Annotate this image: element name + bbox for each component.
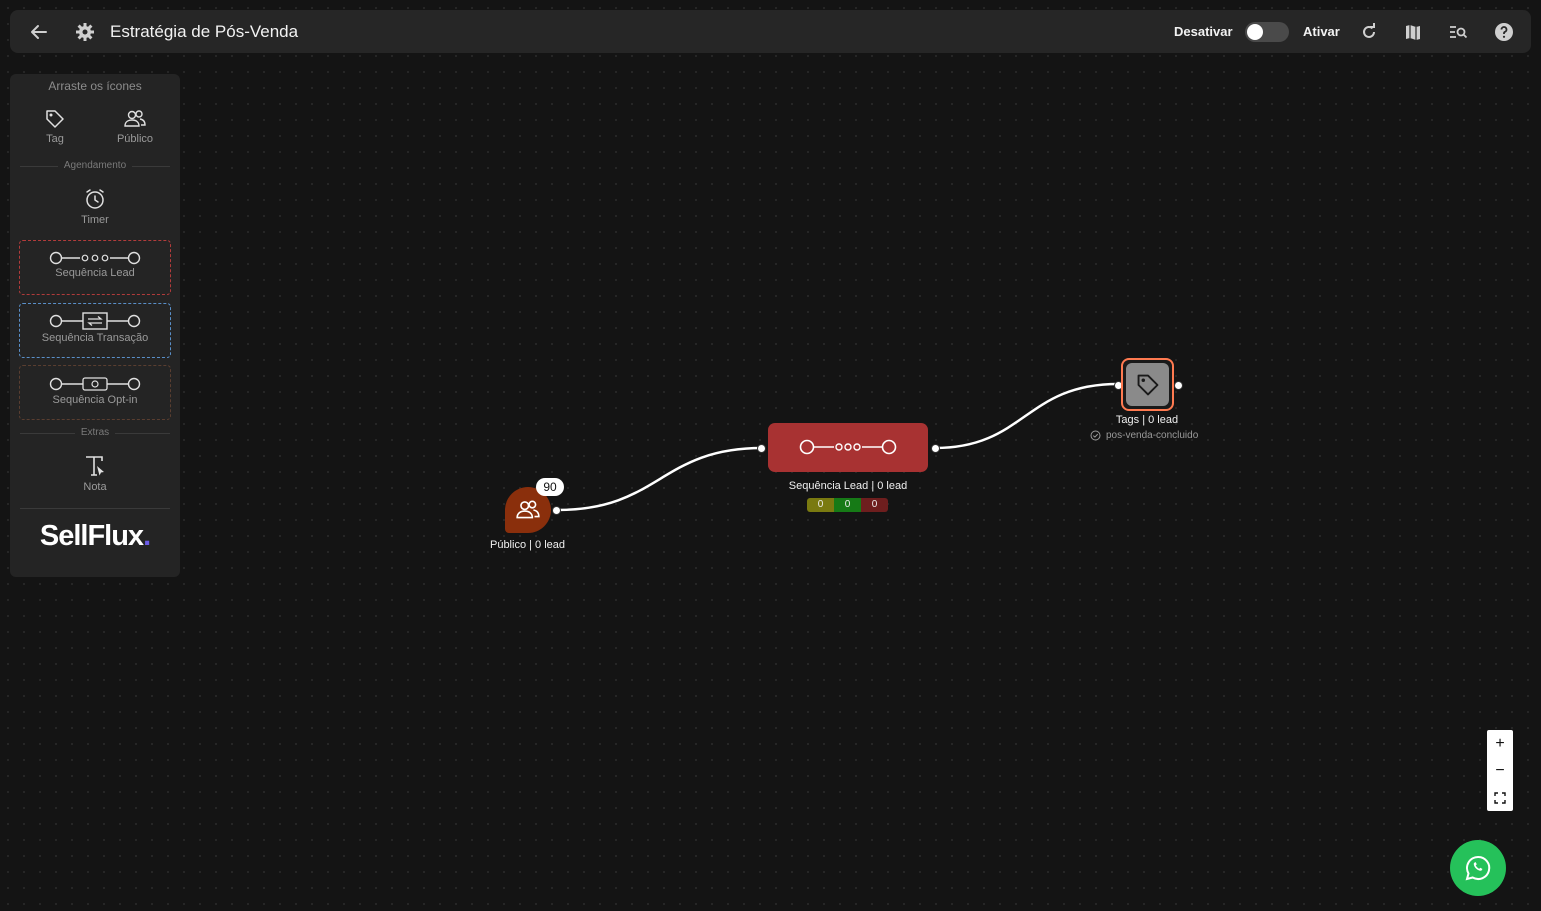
- stat-pending: 0: [807, 498, 834, 512]
- tags-output-handle[interactable]: [1174, 381, 1183, 390]
- stat-failed: 0: [861, 498, 888, 512]
- lead-sequence-node[interactable]: [768, 423, 928, 472]
- fullscreen-icon: [1494, 791, 1506, 804]
- tag-name: pos-venda-concluido: [1106, 430, 1199, 441]
- check-circle-icon: [1090, 430, 1101, 441]
- zoom-out-button[interactable]: −: [1487, 757, 1513, 784]
- publico-node-label: Público | 0 lead: [489, 539, 566, 551]
- audience-icon: [516, 500, 540, 519]
- tags-node-body: [1126, 363, 1169, 406]
- tags-node[interactable]: [1121, 358, 1174, 411]
- whatsapp-icon: [1465, 855, 1491, 881]
- whatsapp-button[interactable]: [1450, 840, 1506, 896]
- fit-view-button[interactable]: [1487, 784, 1513, 811]
- sequence-output-handle[interactable]: [931, 444, 940, 453]
- publico-output-handle[interactable]: [552, 506, 561, 515]
- tag-icon: [1137, 374, 1159, 396]
- sequence-stats: 0 0 0: [807, 498, 888, 512]
- sequence-input-handle[interactable]: [757, 444, 766, 453]
- lead-sequence-node-label: Sequência Lead | 0 lead: [788, 480, 908, 492]
- stat-success: 0: [834, 498, 861, 512]
- zoom-controls: + −: [1487, 730, 1513, 811]
- publico-count-badge: 90: [536, 478, 564, 496]
- zoom-in-button[interactable]: +: [1487, 730, 1513, 757]
- lead-sequence-icon: [799, 439, 897, 455]
- tags-node-label: Tags | 0 lead: [1115, 414, 1179, 426]
- edge-publico-to-sequence: [556, 446, 763, 512]
